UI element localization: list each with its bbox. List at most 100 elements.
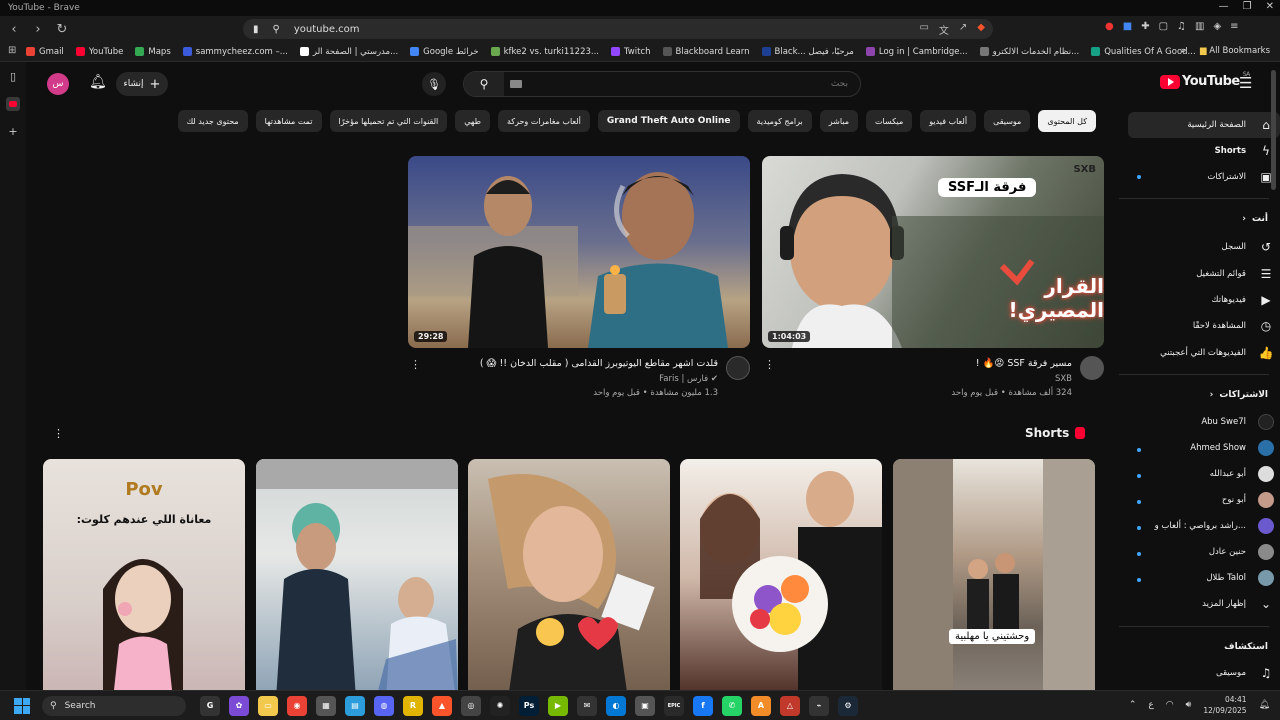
whatsapp-icon[interactable]: ✆ [722, 695, 742, 716]
photoshop-icon[interactable]: Ps [519, 695, 539, 716]
url-text[interactable]: youtube.com [294, 24, 360, 35]
notes-icon[interactable]: ▤ [345, 695, 365, 716]
sidebar-sub-ahmed-show[interactable]: Ahmed Show [1128, 435, 1280, 461]
site-info-icon[interactable]: ⚲ [273, 24, 280, 35]
sidebar-sub-talal[interactable]: طلال Talol [1128, 565, 1280, 591]
bookmark-icon[interactable]: ▮ [253, 24, 259, 35]
video-thumbnail[interactable]: فرقة الـSSF القرار المصيري! SXB 1:04:03 [762, 156, 1104, 348]
video-title[interactable]: قلدت اشهر مقاطع اليوتيوبرز القدامى ( مقل… [480, 358, 718, 369]
channel-name[interactable]: SXB [1055, 374, 1072, 384]
bookmark-google-maps-ar[interactable]: Google خرائط [410, 47, 479, 57]
chip-music[interactable]: موسيقى [984, 110, 1031, 132]
create-button[interactable]: إنشاء + [116, 72, 168, 96]
shorts-more-icon[interactable]: ⋮ [53, 427, 64, 440]
short-card[interactable] [680, 459, 882, 690]
you-section-header[interactable]: › أنت [1242, 214, 1268, 224]
taskbar-search[interactable]: ⚲ Search [42, 695, 186, 716]
sidebar-sub-abu-abdullah[interactable]: أبو عبدالله [1128, 461, 1280, 487]
brave-icon[interactable]: ▲ [432, 695, 452, 716]
steam-2-icon[interactable]: ⚙ [838, 695, 858, 716]
chip-comedy[interactable]: برامج كوميدية [747, 110, 812, 132]
bookmark-blackboard[interactable]: Blackboard Learn [662, 47, 750, 57]
bookmark-kfke2[interactable]: kfke2 vs. turki11223... [490, 47, 599, 57]
sidebar-item-watch-later[interactable]: المشاهدة لاحقًا ◷ [1128, 313, 1280, 339]
app-galaxy-icon[interactable]: ✿ [229, 695, 249, 716]
maximize-icon[interactable]: ❐ [1243, 1, 1252, 12]
roblox-studio-icon[interactable]: R [403, 695, 423, 716]
video-title[interactable]: مسير فرقة SSF 😡🔥 ! [976, 358, 1072, 369]
bookmark-gmail[interactable]: Gmail [26, 47, 64, 57]
sidebar-item-subscriptions[interactable]: الاشتراكات ▣ [1128, 164, 1280, 190]
app-window-icon[interactable]: ▣ [635, 695, 655, 716]
tray-chevron-up-icon[interactable]: ⌃ [1129, 700, 1137, 710]
chip-action-adventure[interactable]: ألعاب مغامرات وحركة [497, 110, 590, 132]
bookmark-cambridge[interactable]: Log in | Cambridge... [865, 47, 968, 57]
channel-avatar[interactable] [726, 356, 750, 380]
chip-cooking[interactable]: طهي [455, 110, 490, 132]
new-tab-icon[interactable]: + [8, 125, 17, 138]
facebook-icon[interactable]: f [693, 695, 713, 716]
sidebar-item-shorts[interactable]: Shorts ϟ [1128, 138, 1280, 164]
chip-gta-online[interactable]: Grand Theft Auto Online [597, 110, 740, 132]
sidebar-item-history[interactable]: السجل ↺ [1128, 234, 1280, 260]
clock[interactable]: 04:41 12/09/2025 [1203, 694, 1246, 716]
sidebar-item-your-videos[interactable]: فيديوهاتك ▶ [1128, 287, 1280, 313]
minimize-icon[interactable]: — [1219, 1, 1229, 12]
chrome-icon[interactable]: ◉ [287, 695, 307, 716]
menu-icon[interactable]: ≡ [1230, 21, 1238, 32]
short-card[interactable] [256, 459, 458, 690]
page-scrollbar[interactable] [1271, 70, 1276, 190]
input-language[interactable]: ع [1148, 700, 1153, 710]
extensions-icon[interactable]: ✚ [1141, 21, 1149, 32]
cast-icon[interactable]: ▭ [919, 22, 928, 37]
video-card[interactable]: فرقة الـSSF القرار المصيري! SXB 1:04:03 … [762, 156, 1104, 416]
ext-translate-icon[interactable]: ■ [1123, 21, 1132, 32]
chip-watched[interactable]: تمت مشاهدتها [255, 110, 322, 132]
youtube-logo[interactable]: YouTube SA [1160, 71, 1250, 89]
sidebar-item-playlists[interactable]: قوائم التشغيل ☰ [1128, 261, 1280, 287]
bookmark-eservices[interactable]: نظام الخدمات الالكترو... [979, 47, 1079, 57]
nvidia-icon[interactable]: ▶ [548, 695, 568, 716]
brave-shields-icon[interactable]: ◆ [977, 22, 985, 37]
steam-1-icon[interactable]: ◎ [461, 695, 481, 716]
file-explorer-icon[interactable]: ▭ [258, 695, 278, 716]
video-card[interactable]: 29:28 قلدت اشهر مقاطع اليوتيوبرز القدامى… [408, 156, 750, 416]
bookmark-youtube[interactable]: YouTube [75, 47, 123, 57]
show-more-button[interactable]: إظهار المزيد ⌄ [1128, 591, 1280, 617]
media-icon[interactable]: ♫ [1177, 21, 1186, 32]
notifications-bell-icon[interactable]: 🔔︎ [89, 74, 107, 90]
sidebar-sub-rashid[interactable]: راشد برواصي : ألعاب و... [1128, 513, 1280, 539]
bookmark-black-faisal[interactable]: Black... مرحبًا، فيصل [761, 47, 854, 57]
volume-icon[interactable]: 🔊︎ [1186, 700, 1192, 710]
app-g-icon[interactable]: G [200, 695, 220, 716]
chip-new-to-you[interactable]: محتوى جديد لك [177, 110, 248, 132]
sidebar-sub-haneen[interactable]: حنين عادل [1128, 539, 1280, 565]
translate-icon[interactable]: 文 [939, 22, 949, 37]
bookmark-sammycheez[interactable]: sammycheez.com –... [182, 47, 288, 57]
chip-video-games[interactable]: ألعاب فيديو [920, 110, 977, 132]
sidebar-item-home[interactable]: الصفحة الرئيسية ⌂ [1128, 112, 1280, 138]
store-icon[interactable]: ▦ [316, 695, 336, 716]
wallet-icon[interactable]: ◈ [1213, 21, 1221, 32]
sidebar-sub-abu-noah[interactable]: أبو نوح [1128, 487, 1280, 513]
chip-live[interactable]: مباشر [819, 110, 859, 132]
forward-icon[interactable]: › [28, 22, 48, 37]
ext-red-icon[interactable]: ● [1105, 21, 1114, 32]
bookmark-maps[interactable]: Maps [135, 47, 171, 57]
sidebar-sub-abu-swe7l[interactable]: Abu Swe7l [1128, 409, 1280, 435]
video-thumbnail[interactable]: 29:28 [408, 156, 750, 348]
bookmark-madrasati[interactable]: مدرستي | الصفحة الر... [299, 47, 398, 57]
more-bookmarks-icon[interactable]: » [1181, 46, 1186, 56]
search-input[interactable] [522, 79, 860, 89]
chip-all[interactable]: كل المحتوى [1038, 110, 1096, 132]
voice-search-button[interactable]: 🎙︎ [422, 72, 446, 96]
wifi-icon[interactable]: ◠ [1166, 700, 1174, 710]
channel-avatar[interactable] [1080, 356, 1104, 380]
short-card[interactable]: وحشتيني يا مهلبية [893, 459, 1095, 690]
sidebar-toggle-icon[interactable]: ▥ [1195, 21, 1204, 32]
short-card[interactable] [468, 459, 670, 690]
notification-bell-icon[interactable]: 🔔︎ [1259, 700, 1270, 710]
short-card[interactable]: Pov معاناة اللي عندهم كلوت: [43, 459, 245, 690]
more-actions-icon[interactable]: ⋮ [410, 358, 421, 371]
apps-grid-icon[interactable]: ⊞ [8, 45, 16, 56]
